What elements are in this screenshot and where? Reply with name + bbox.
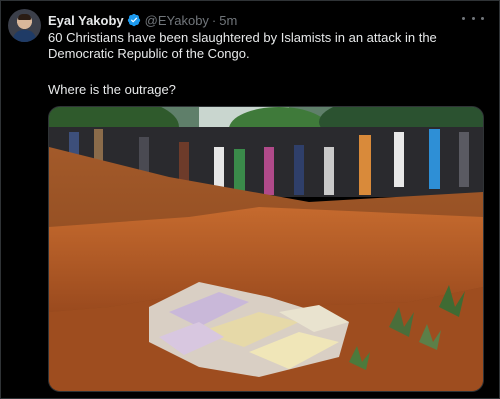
tweet-text: 60 Christians have been slaughtered by I…	[48, 30, 488, 98]
author-name[interactable]: Eyal Yakoby	[48, 13, 124, 28]
pit-wall	[49, 207, 483, 312]
photo-illustration	[49, 107, 483, 391]
more-dot	[481, 16, 484, 20]
tweet-header: Eyal Yakoby @EYakoby · 5m	[48, 11, 237, 29]
avatar-hair	[18, 14, 31, 20]
tweet-text-line: Where is the outrage?	[48, 82, 176, 97]
avatar[interactable]	[8, 9, 41, 42]
tweet-text-line: 60 Christians have been slaughtered by I…	[48, 30, 437, 61]
author-handle[interactable]: @EYakoby	[145, 13, 209, 28]
verified-badge-icon	[127, 13, 140, 27]
avatar-shirt	[13, 30, 36, 42]
tweet-photo[interactable]	[48, 106, 484, 392]
timestamp[interactable]: 5m	[219, 13, 237, 28]
more-options-icon[interactable]	[462, 10, 484, 26]
more-dot	[471, 16, 475, 20]
separator-dot: ·	[211, 12, 217, 28]
more-dot	[462, 16, 465, 20]
